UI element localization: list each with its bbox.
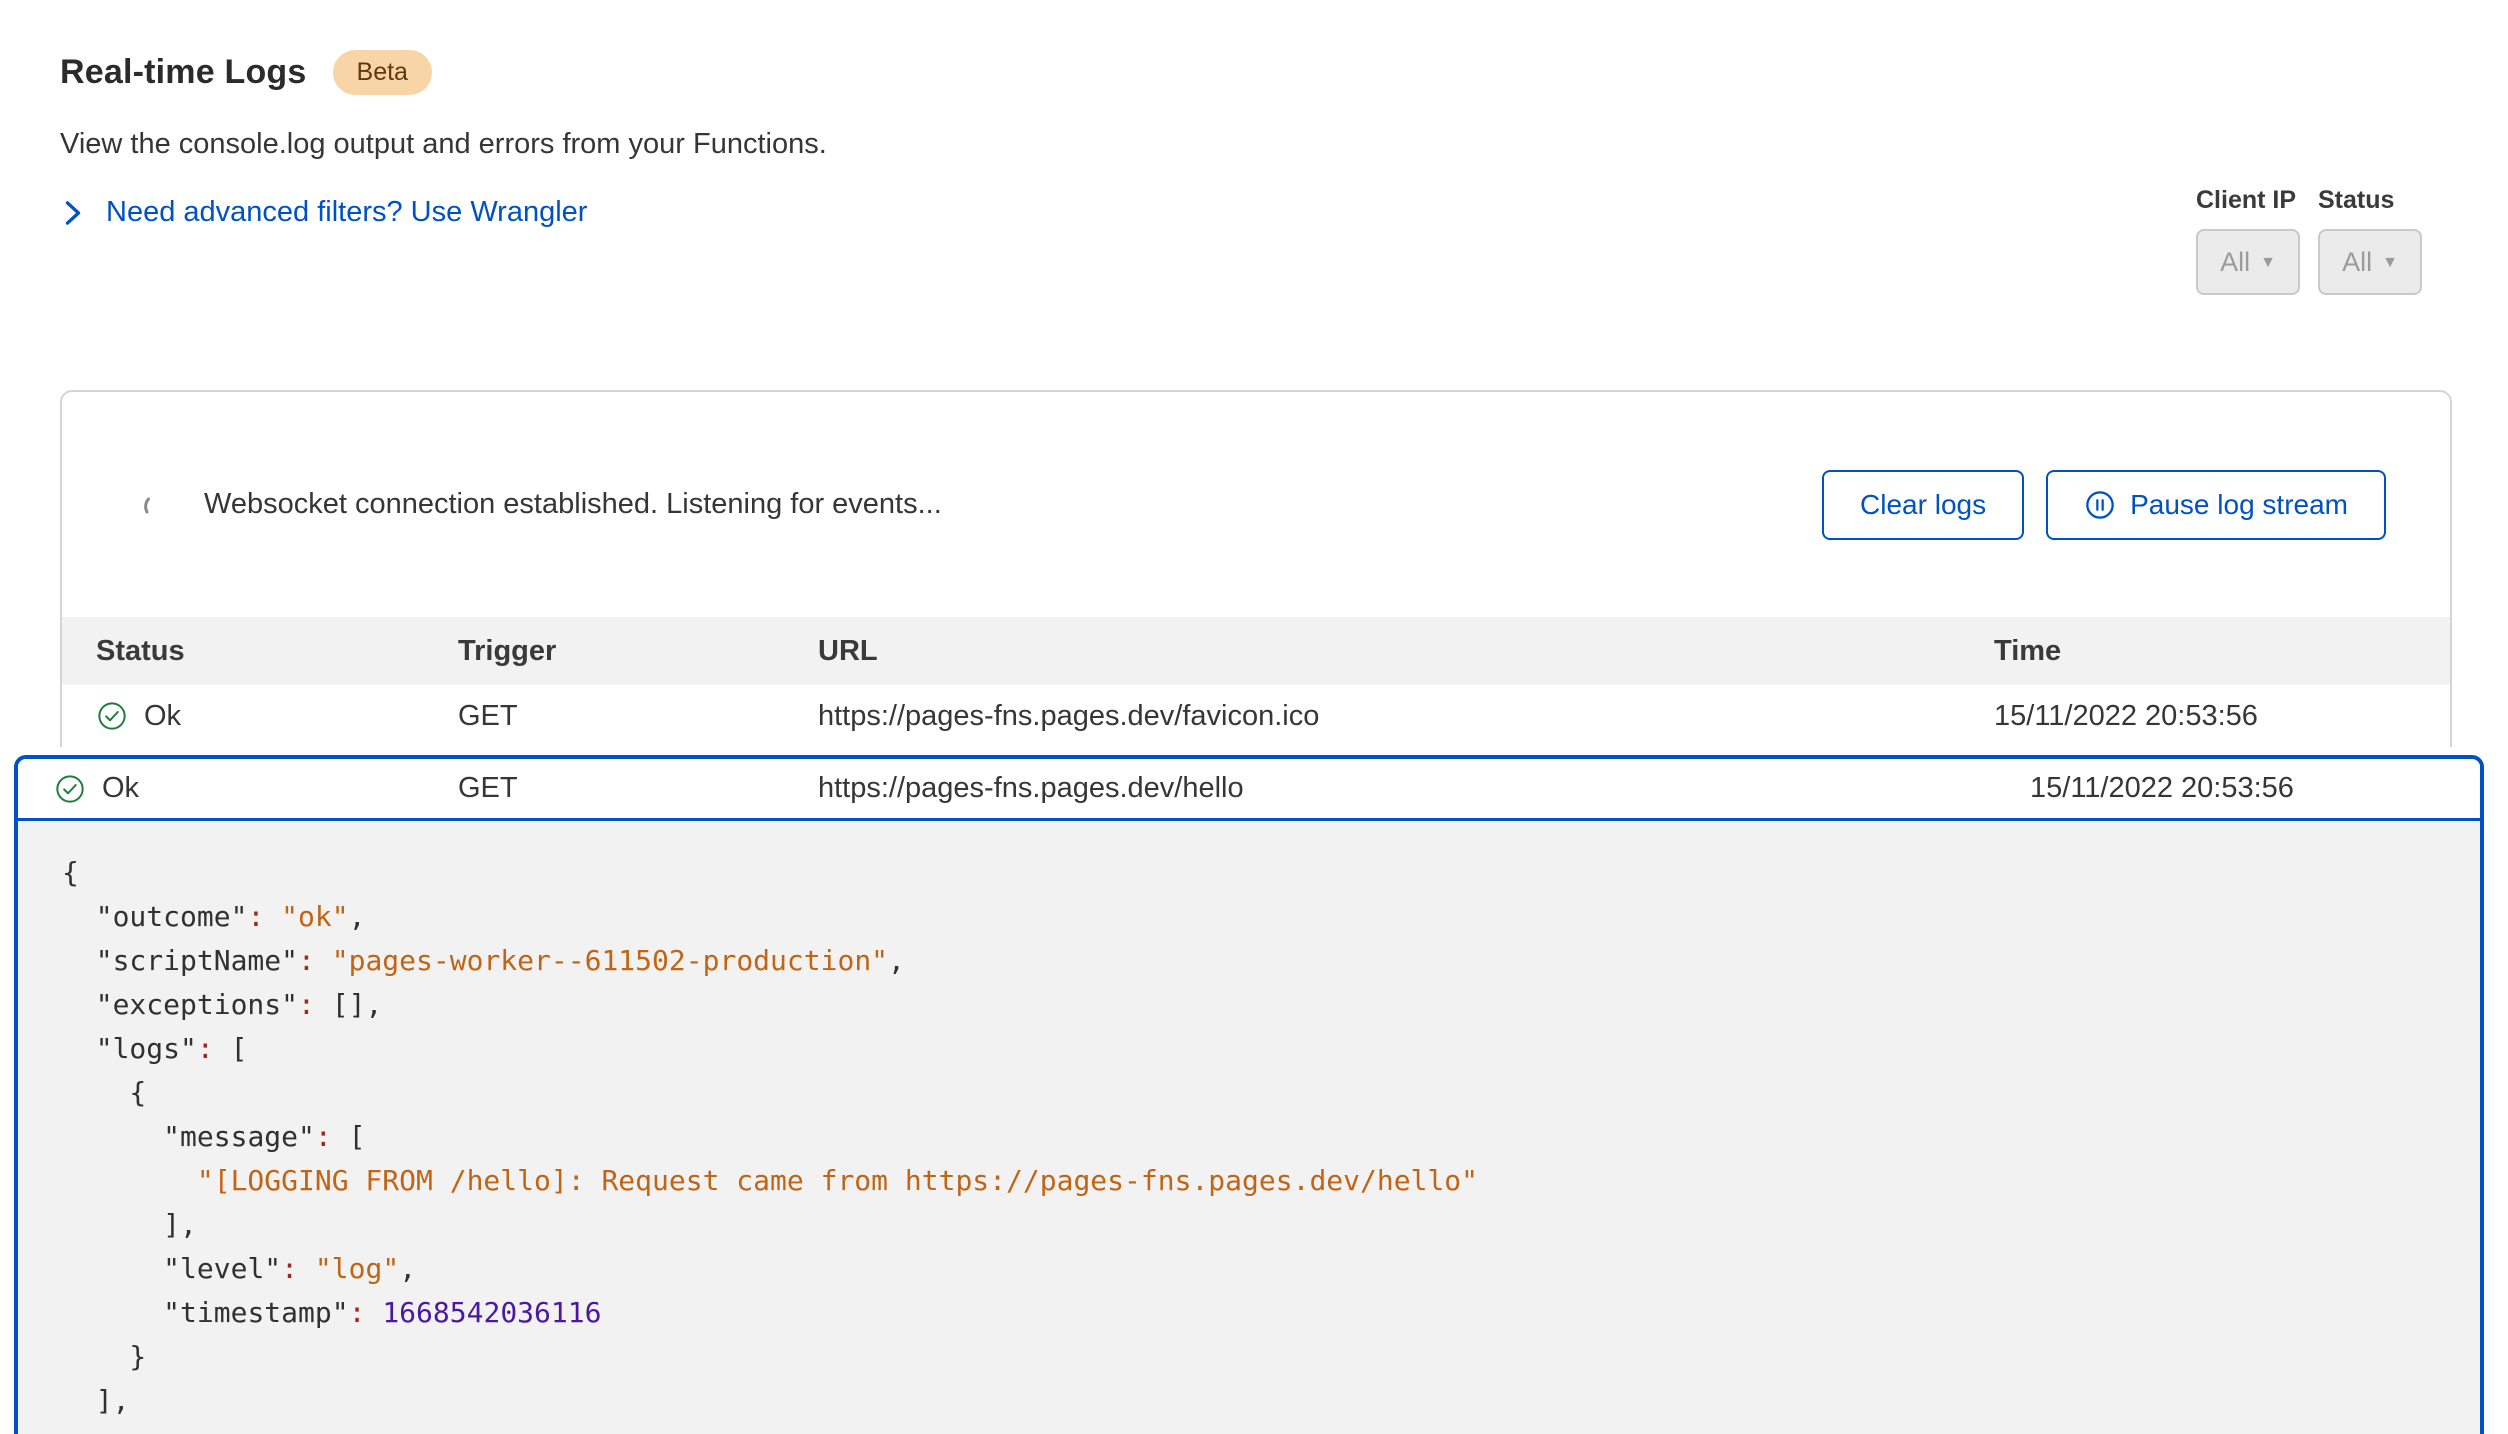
status-filter-label: Status [2318, 186, 2422, 215]
code-line: "[LOGGING FROM /hello]: Request came fro… [62, 1159, 2440, 1203]
wrangler-link-label: Need advanced filters? Use Wrangler [106, 196, 587, 229]
status-cell: Ok [96, 700, 458, 733]
page-description: View the console.log output and errors f… [60, 128, 827, 161]
column-header-time: Time [1994, 635, 2450, 668]
status-filter-group: Status All ▼ [2318, 186, 2422, 295]
clear-logs-button[interactable]: Clear logs [1822, 470, 2024, 540]
client-ip-filter-select[interactable]: All ▼ [2196, 229, 2300, 295]
clear-logs-label: Clear logs [1860, 489, 1986, 521]
wrangler-link[interactable]: Need advanced filters? Use Wrangler [62, 196, 587, 229]
code-line: "outcome": "ok", [62, 895, 2440, 939]
logs-card: Websocket connection established. Listen… [60, 390, 2452, 747]
status-filter-value: All [2342, 247, 2372, 278]
check-circle-icon [96, 700, 128, 732]
websocket-status-text: Websocket connection established. Listen… [204, 488, 942, 521]
url-value: https://pages-fns.pages.dev/hello [818, 772, 2030, 805]
code-line: } [62, 1335, 2440, 1379]
column-header-trigger: Trigger [458, 635, 818, 668]
code-line: "logs": [ [62, 1027, 2440, 1071]
code-line: "scriptName": "pages-worker--611502-prod… [62, 939, 2440, 983]
stream-actions: Clear logs Pause log stream [1822, 470, 2386, 540]
url-value: https://pages-fns.pages.dev/favicon.ico [818, 700, 1994, 733]
column-header-status: Status [96, 635, 458, 668]
code-line: "level": "log", [62, 1247, 2440, 1291]
code-line: "timestamp": 1668542036116 [62, 1291, 2440, 1335]
stream-status-bar: Websocket connection established. Listen… [62, 392, 2450, 617]
client-ip-filter-group: Client IP All ▼ [2196, 186, 2300, 295]
time-value: 15/11/2022 20:53:56 [2030, 772, 2480, 805]
caret-down-icon: ▼ [2382, 255, 2398, 271]
log-row[interactable]: Ok GET https://pages-fns.pages.dev/favic… [62, 685, 2450, 747]
table-header: Status Trigger URL Time [62, 617, 2450, 685]
time-value: 15/11/2022 20:53:56 [1994, 700, 2450, 733]
page-header: Real-time Logs Beta [60, 50, 432, 95]
status-cell: Ok [54, 772, 458, 805]
filters: Client IP All ▼ Status All ▼ [2196, 186, 2422, 295]
pause-log-stream-label: Pause log stream [2130, 489, 2348, 521]
code-line: { [62, 851, 2440, 895]
client-ip-filter-value: All [2220, 247, 2250, 278]
client-ip-filter-label: Client IP [2196, 186, 2300, 215]
spinner-icon [142, 491, 170, 519]
check-circle-icon [54, 773, 86, 805]
code-line: { [62, 1071, 2440, 1115]
page-title: Real-time Logs [60, 53, 307, 92]
code-line: "message": [ [62, 1115, 2440, 1159]
status-filter-select[interactable]: All ▼ [2318, 229, 2422, 295]
trigger-value: GET [458, 700, 818, 733]
json-log-body: { "outcome": "ok", "scriptName": "pages-… [18, 821, 2480, 1423]
expanded-log-entry: Ok GET https://pages-fns.pages.dev/hello… [14, 755, 2484, 1434]
log-row-selected[interactable]: Ok GET https://pages-fns.pages.dev/hello… [18, 759, 2480, 821]
column-header-url: URL [818, 635, 1994, 668]
chevron-right-icon [62, 198, 84, 228]
status-value: Ok [144, 700, 181, 733]
realtime-logs-page: Real-time Logs Beta View the console.log… [0, 0, 2508, 1434]
caret-down-icon: ▼ [2260, 255, 2276, 271]
code-line: ], [62, 1379, 2440, 1423]
pause-log-stream-button[interactable]: Pause log stream [2046, 470, 2386, 540]
code-line: ], [62, 1203, 2440, 1247]
pause-circle-icon [2084, 489, 2116, 521]
beta-badge: Beta [333, 50, 432, 95]
code-line: "exceptions": [], [62, 983, 2440, 1027]
trigger-value: GET [458, 772, 818, 805]
status-value: Ok [102, 772, 139, 805]
